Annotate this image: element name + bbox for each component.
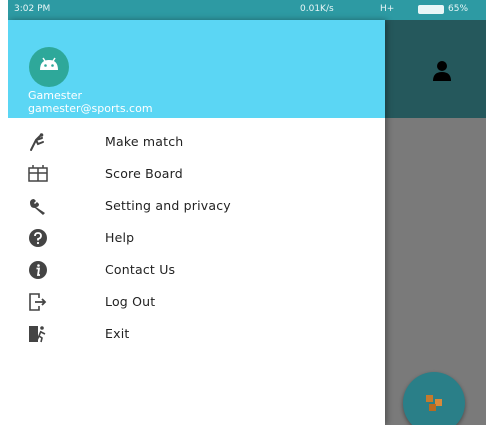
menu-label: Log Out (105, 294, 156, 309)
drawer-header: Gamester gamester@sports.com (8, 20, 385, 118)
menu-label: Exit (105, 326, 130, 341)
menu-label: Contact Us (105, 262, 176, 277)
menu-label: Setting and privacy (105, 198, 231, 213)
exit-icon (29, 326, 46, 343)
status-network: H+ (380, 4, 395, 14)
player-icon (30, 133, 44, 151)
user-name: Gamester (28, 89, 83, 102)
background-app[interactable] (385, 20, 486, 425)
fab-button[interactable] (403, 372, 465, 425)
avatar[interactable] (29, 47, 69, 87)
help-icon (29, 229, 47, 247)
android-icon (40, 57, 58, 70)
status-bar: 3:02 PM 0.01K/s H+ 65% (8, 0, 486, 20)
app-toolbar (385, 20, 486, 118)
menu-label: Help (105, 230, 135, 245)
drawer-menu: Make match Score Board Setting and priva… (8, 126, 385, 350)
menu-item-settings[interactable]: Setting and privacy (8, 190, 385, 222)
status-battery-percent: 65% (448, 4, 469, 14)
menu-label: Make match (105, 134, 184, 149)
menu-item-contact-us[interactable]: Contact Us (8, 254, 385, 286)
menu-item-make-match[interactable]: Make match (8, 126, 385, 158)
logout-icon (29, 293, 47, 311)
status-time: 3:02 PM (14, 4, 51, 14)
menu-label: Score Board (105, 166, 183, 181)
menu-item-help[interactable]: Help (8, 222, 385, 254)
status-speed: 0.01K/s (300, 4, 334, 14)
screen: 3:02 PM 0.01K/s H+ 65% Gamester gamester… (8, 0, 486, 425)
menu-item-log-out[interactable]: Log Out (8, 286, 385, 318)
battery-icon (418, 5, 444, 14)
wrench-icon (30, 199, 45, 215)
game-icon (426, 395, 442, 411)
menu-item-score-board[interactable]: Score Board (8, 158, 385, 190)
menu-item-exit[interactable]: Exit (8, 318, 385, 350)
scoreboard-icon (28, 165, 48, 182)
navigation-drawer: Gamester gamester@sports.com Make match (8, 20, 385, 425)
user-email: gamester@sports.com (28, 102, 153, 115)
info-icon (29, 261, 47, 279)
person-icon[interactable] (431, 60, 453, 82)
